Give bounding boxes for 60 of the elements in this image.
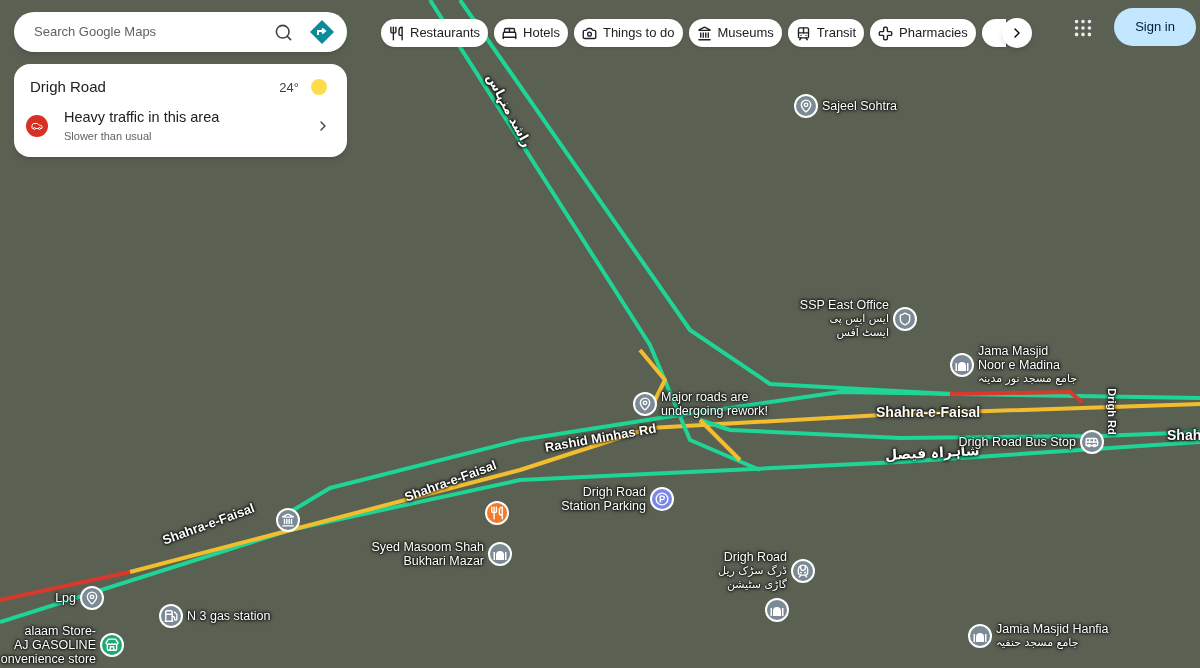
place-label[interactable]: گاڑی سٹیشن bbox=[726, 578, 787, 592]
pin-icon bbox=[799, 99, 813, 113]
train-icon bbox=[795, 25, 811, 41]
category-chip[interactable]: Transit bbox=[787, 19, 865, 47]
sign-in-button[interactable]: Sign in bbox=[1114, 8, 1196, 46]
road-label: Shahra-e-Faisal bbox=[876, 403, 981, 422]
place-label[interactable]: جامع مسجد نور مدینہ bbox=[978, 372, 1078, 386]
place-label[interactable]: AJ GASOLINE bbox=[14, 638, 96, 652]
shield-icon bbox=[898, 312, 912, 326]
sun-icon bbox=[311, 79, 327, 96]
category-chip[interactable]: Hotels bbox=[494, 19, 568, 47]
traffic-alert[interactable]: Heavy traffic in this area Slower than usual bbox=[30, 106, 331, 145]
museum-icon bbox=[696, 25, 712, 41]
utensils-icon bbox=[490, 506, 504, 520]
search-icon[interactable] bbox=[274, 22, 293, 42]
place-label[interactable]: جامع مسجد حنفیہ bbox=[996, 636, 1079, 650]
place-label[interactable]: Bukhari Mazar bbox=[403, 554, 484, 568]
temperature: 24° bbox=[279, 78, 299, 97]
utensils-icon bbox=[389, 25, 404, 41]
parking-icon bbox=[655, 492, 669, 506]
pin-icon bbox=[638, 397, 652, 411]
place-label[interactable]: Noor e Madina bbox=[978, 358, 1060, 372]
train-icon bbox=[796, 564, 810, 578]
place-label[interactable]: Syed Masoom Shah bbox=[371, 540, 484, 554]
search-field[interactable]: Search Google Maps bbox=[34, 22, 262, 42]
directions-icon[interactable] bbox=[309, 19, 335, 45]
place-label[interactable]: SSP East Office bbox=[799, 298, 889, 312]
road-label: راشد منہاس bbox=[482, 70, 536, 151]
apps-grid-icon[interactable] bbox=[1072, 17, 1094, 39]
place-label[interactable]: onvenience store bbox=[0, 652, 96, 666]
place-label[interactable]: Jama Masjid bbox=[978, 344, 1049, 358]
traffic-car-icon bbox=[26, 114, 48, 137]
road-label: Drigh Rd bbox=[1105, 388, 1120, 435]
museum-icon bbox=[281, 513, 295, 527]
camera-icon bbox=[581, 25, 597, 41]
place-label[interactable]: Drigh Road bbox=[723, 550, 787, 564]
place-label[interactable]: ڈرگ سڑک ریل bbox=[718, 564, 787, 578]
place-label[interactable]: Jamia Masjid Hanfia bbox=[996, 622, 1109, 636]
place-label[interactable]: Station Parking bbox=[561, 499, 646, 513]
store-icon bbox=[105, 638, 119, 652]
category-chip[interactable]: Museums bbox=[688, 19, 782, 47]
road-label: Rashid Minhas Rd bbox=[543, 419, 658, 457]
place-title: Drigh Road bbox=[30, 77, 107, 97]
place-label[interactable]: Drigh Road bbox=[582, 485, 646, 499]
bus-icon bbox=[1085, 435, 1099, 449]
category-chip[interactable]: Things to do bbox=[573, 19, 683, 47]
place-label[interactable]: ایسٹ آفس bbox=[836, 326, 889, 340]
category-chip[interactable]: Restaurants bbox=[381, 19, 489, 47]
search-bar[interactable]: Search Google Maps bbox=[14, 12, 347, 52]
place-label[interactable]: ایس ایس پی bbox=[829, 312, 889, 326]
fuel-icon bbox=[164, 609, 178, 623]
alert-subtitle: Slower than usual bbox=[64, 129, 153, 145]
pharmacy-icon bbox=[878, 25, 894, 41]
category-chip[interactable]: Pharmacies bbox=[870, 19, 976, 47]
place-label[interactable]: Sajeel Sohtra bbox=[822, 99, 898, 113]
place-label[interactable]: N 3 gas station bbox=[187, 609, 271, 623]
pin-icon bbox=[85, 591, 99, 605]
bed-icon bbox=[502, 25, 518, 41]
alert-title: Heavy traffic in this area bbox=[64, 107, 221, 127]
place-label[interactable]: alaam Store- bbox=[24, 624, 96, 638]
